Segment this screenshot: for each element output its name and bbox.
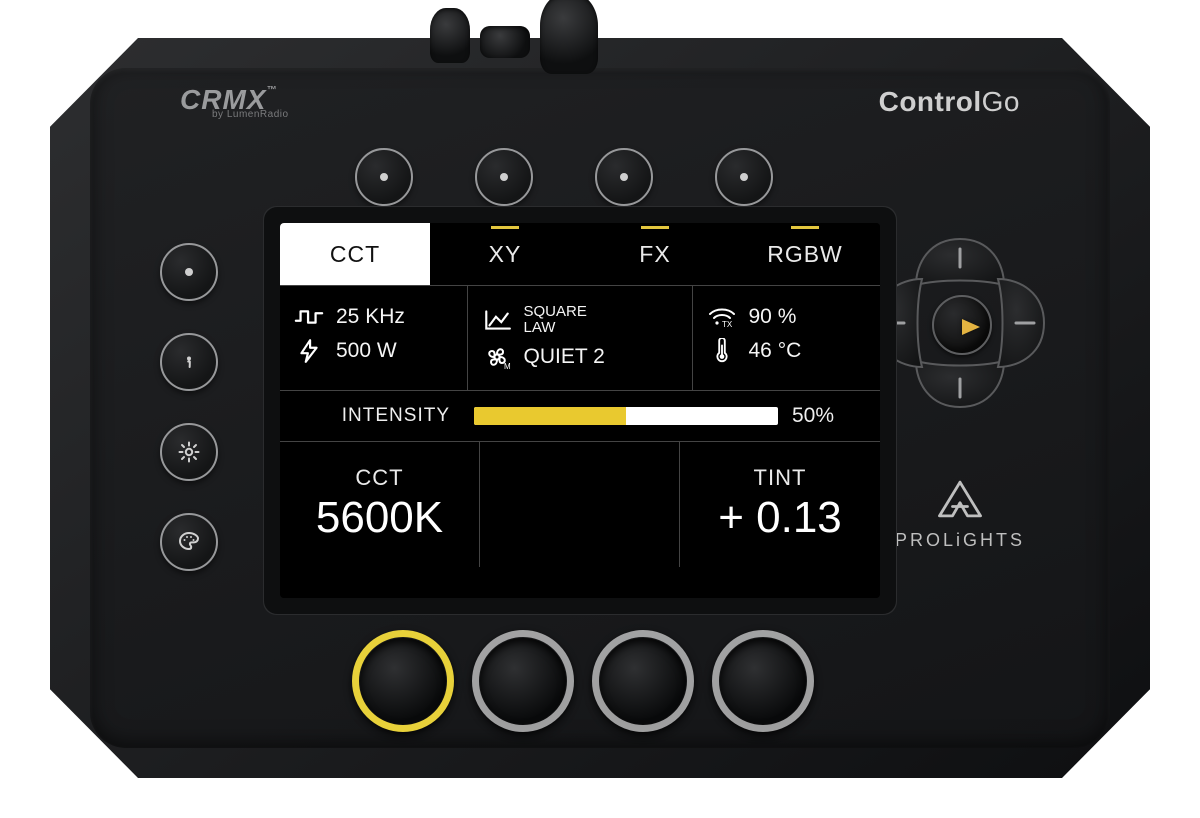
side-button-info[interactable]: [160, 333, 218, 391]
top-connector-2: [480, 26, 530, 58]
temperature-value: 46 °C: [749, 339, 802, 363]
tab-label: XY: [489, 241, 522, 268]
intensity-bar[interactable]: [474, 407, 778, 425]
status-col-2: SQUARELAW M QUIET 2: [468, 286, 693, 390]
thermometer-icon: [707, 338, 737, 364]
dot-icon: [500, 173, 508, 181]
top-connector-antenna: [540, 0, 598, 74]
softkey-top-4[interactable]: [715, 148, 773, 206]
encoder-3[interactable]: [600, 638, 686, 724]
fan-mode-value: QUIET 2: [524, 345, 605, 369]
curve-chart-icon: [482, 307, 512, 333]
tab-label: CCT: [330, 241, 380, 268]
tab-label: RGBW: [767, 241, 843, 268]
tab-indicator: [791, 226, 819, 229]
softkey-top-3[interactable]: [595, 148, 653, 206]
tab-cct[interactable]: CCT: [280, 223, 430, 285]
dpad-center-button[interactable]: [932, 295, 992, 355]
param-cct-value: 5600K: [316, 493, 443, 543]
side-button-settings[interactable]: [160, 423, 218, 481]
curve-value: SQUARELAW: [524, 304, 587, 336]
product-name: ControlGo: [879, 86, 1020, 118]
dpad-down[interactable]: [920, 358, 1000, 413]
pwm-wave-icon: [294, 304, 324, 330]
tab-xy[interactable]: XY: [430, 223, 580, 285]
crmx-logo: CRMX™ by LumenRadio: [180, 86, 289, 120]
dot-icon: [380, 173, 388, 181]
tab-fx[interactable]: FX: [580, 223, 730, 285]
dot-icon: [620, 173, 628, 181]
status-grid: 25 KHz 500 W SQUARELAW: [280, 285, 880, 390]
power-bolt-icon: [294, 338, 324, 364]
param-empty: [480, 442, 680, 567]
gear-icon: [177, 440, 201, 464]
intensity-fill: [474, 407, 626, 425]
dot-icon: [740, 173, 748, 181]
status-col-3: TX 90 % 46 °C: [693, 286, 881, 390]
param-tint[interactable]: TINT + 0.13: [680, 442, 880, 567]
svg-text:M: M: [504, 362, 511, 370]
power-value: 500 W: [336, 339, 397, 363]
wifi-tx-icon: TX: [707, 304, 737, 330]
softkey-top-1[interactable]: [355, 148, 413, 206]
encoder-4[interactable]: [720, 638, 806, 724]
tab-indicator: [641, 226, 669, 229]
param-cct-label: CCT: [355, 465, 403, 491]
side-button-generic[interactable]: [160, 243, 218, 301]
svg-text:TX: TX: [722, 320, 733, 329]
dpad-up[interactable]: [920, 233, 1000, 288]
mode-tabs: CCT XY FX RGBW: [280, 223, 880, 285]
encoder-2[interactable]: [480, 638, 566, 724]
display-screen: CCT XY FX RGBW 25 KHz: [280, 223, 880, 598]
prolights-logo: PROLiGHTS: [885, 478, 1035, 551]
intensity-label: INTENSITY: [280, 405, 460, 427]
intensity-row: INTENSITY 50%: [280, 390, 880, 442]
intensity-percent: 50%: [792, 404, 862, 428]
dpad: [870, 233, 1050, 413]
device-chassis: CRMX™ by LumenRadio ControlGo: [50, 38, 1150, 778]
tab-rgbw[interactable]: RGBW: [730, 223, 880, 285]
parameter-row: CCT 5600K TINT + 0.13: [280, 442, 880, 567]
fan-icon: M: [482, 344, 512, 370]
top-connector-1: [430, 8, 470, 63]
param-cct[interactable]: CCT 5600K: [280, 442, 480, 567]
dpad-right[interactable]: [995, 283, 1050, 363]
tab-label: FX: [639, 241, 670, 268]
pwm-freq-value: 25 KHz: [336, 305, 405, 329]
softkey-top-2[interactable]: [475, 148, 533, 206]
param-tint-value: + 0.13: [718, 493, 842, 543]
param-tint-label: TINT: [754, 465, 807, 491]
status-col-1: 25 KHz 500 W: [280, 286, 468, 390]
tab-indicator: [491, 226, 519, 229]
palette-icon: [177, 530, 201, 554]
wifi-percent-value: 90 %: [749, 305, 797, 329]
side-button-palette[interactable]: [160, 513, 218, 571]
info-icon: [177, 350, 201, 374]
dot-icon: [185, 268, 193, 276]
encoder-1[interactable]: [360, 638, 446, 724]
